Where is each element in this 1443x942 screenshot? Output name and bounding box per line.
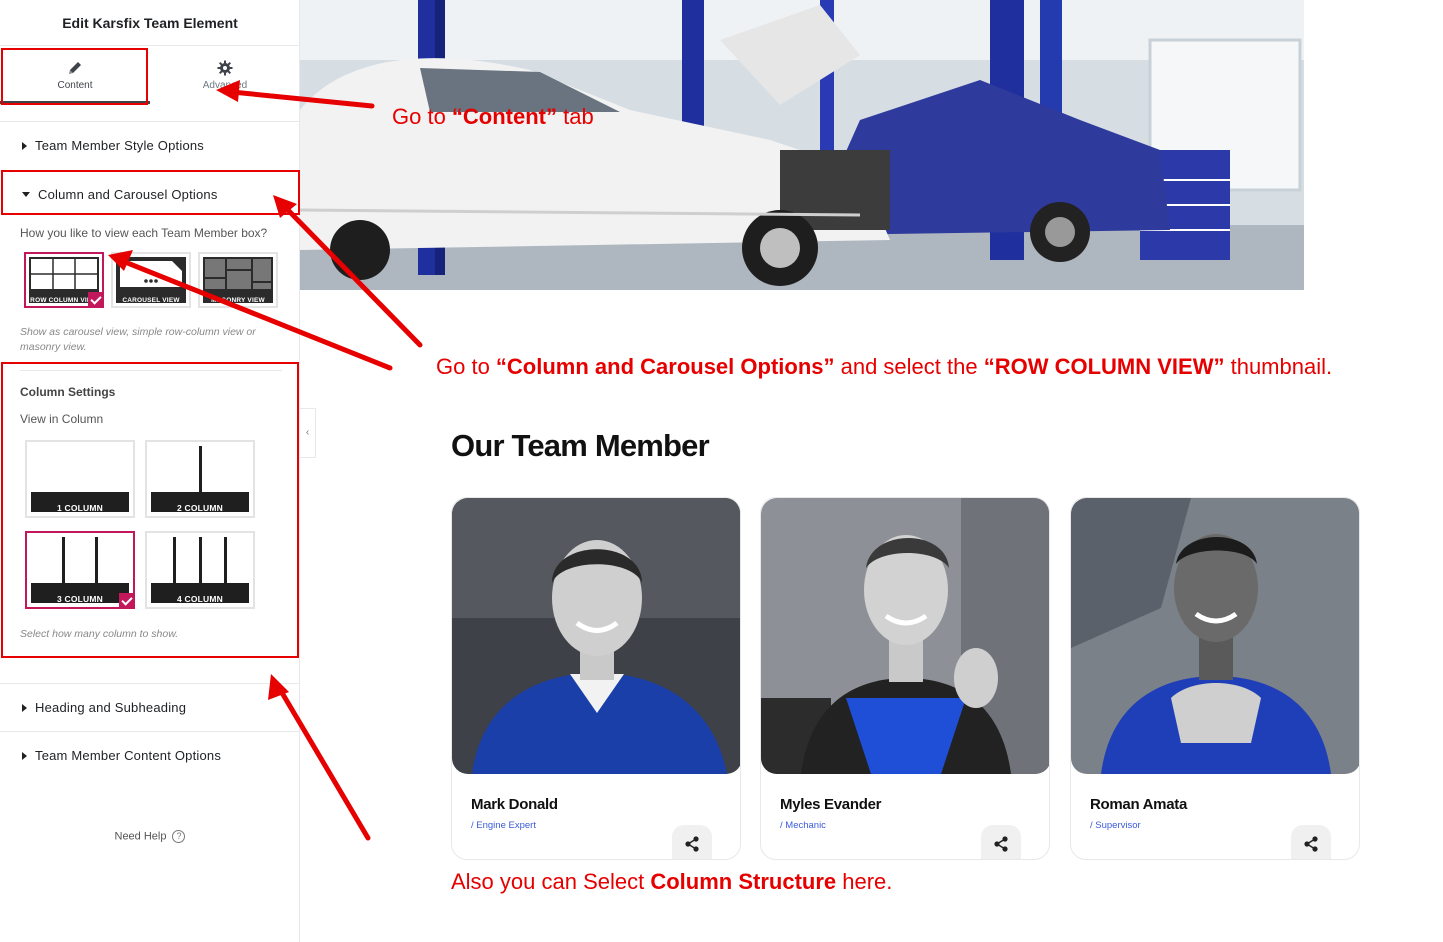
grid-preview-icon	[31, 259, 97, 289]
share-icon	[685, 836, 699, 852]
anno-bold: “Column and Carousel Options”	[495, 354, 835, 379]
anno-text: Go to	[436, 354, 496, 379]
mechanic-portrait-1	[452, 498, 740, 774]
need-help-link[interactable]: Need Help?	[0, 830, 300, 843]
section-content-options[interactable]: Team Member Content Options	[0, 731, 300, 779]
share-icon	[1304, 836, 1318, 852]
highlight-column-settings	[1, 362, 299, 658]
tab-advanced-label: Advanced	[202, 80, 248, 91]
member-name: Myles Evander	[780, 796, 882, 813]
caret-right-icon	[22, 751, 27, 760]
section-style-options[interactable]: Team Member Style Options	[0, 121, 300, 169]
gear-icon	[217, 60, 233, 76]
carousel-preview-icon	[120, 261, 182, 287]
mechanic-portrait-3	[1071, 498, 1359, 774]
annotation-content-tab: Go to “Content” tab	[392, 104, 594, 130]
anno-text: and select the	[834, 354, 984, 379]
annotation-column-structure: Also you can Select Column Structure her…	[451, 869, 892, 895]
panel-title: Edit Karsfix Team Element	[0, 0, 300, 46]
share-button[interactable]	[1291, 825, 1331, 859]
anno-bold: “ROW COLUMN VIEW”	[983, 354, 1225, 379]
hero-gap	[1304, 0, 1443, 290]
tab-advanced[interactable]: Advanced	[150, 46, 300, 104]
section-heading-subheading[interactable]: Heading and Subheading	[0, 683, 300, 731]
anno-bold: Column Structure	[650, 869, 837, 894]
mechanic-portrait-2	[761, 498, 1049, 774]
anno-text: thumbnail.	[1224, 354, 1333, 379]
section-label: Team Member Style Options	[35, 138, 205, 153]
view-note: Show as carousel view, simple row-column…	[20, 326, 256, 353]
section-label: Team Member Content Options	[35, 748, 222, 763]
need-help-label: Need Help	[114, 830, 167, 843]
masonry-view-option[interactable]: MASONRY VIEW	[198, 252, 278, 308]
highlight-content-tab	[1, 48, 148, 105]
section-heading: Our Team Member	[451, 428, 710, 463]
member-name: Mark Donald	[471, 796, 558, 813]
member-photo	[761, 498, 1049, 774]
section-label: Heading and Subheading	[35, 700, 187, 715]
share-button[interactable]	[672, 825, 712, 859]
checkmark-icon	[88, 292, 104, 308]
row-column-view-option[interactable]: ROW COLUMN VIEW	[24, 252, 104, 308]
member-photo	[452, 498, 740, 774]
anno-text: Go to	[392, 104, 452, 129]
share-icon	[994, 836, 1008, 852]
garage-scene	[300, 0, 1304, 290]
anno-text: here.	[836, 869, 893, 894]
member-role: / Mechanic	[780, 820, 826, 831]
view-option-label: CAROUSEL VIEW	[122, 297, 180, 304]
anno-text: tab	[557, 104, 594, 129]
panel-collapse-toggle[interactable]: ‹	[300, 408, 316, 458]
carousel-view-option[interactable]: CAROUSEL VIEW	[111, 252, 191, 308]
team-member-card[interactable]: Myles Evander / Mechanic	[760, 497, 1050, 860]
masonry-preview-icon	[205, 259, 271, 289]
hero-image	[300, 0, 1304, 290]
member-role: / Supervisor	[1090, 820, 1141, 831]
view-question: How you like to view each Team Member bo…	[20, 226, 268, 240]
screen: Edit Karsfix Team Element Content Advanc…	[0, 0, 1443, 942]
caret-right-icon	[22, 703, 27, 712]
anno-bold: “Content”	[451, 104, 558, 129]
caret-right-icon	[22, 141, 27, 150]
share-button[interactable]	[981, 825, 1021, 859]
highlight-column-carousel-section	[1, 170, 300, 215]
anno-text: Also you can Select	[451, 869, 651, 894]
member-role: / Engine Expert	[471, 820, 536, 831]
help-icon: ?	[172, 830, 186, 843]
chevron-left-icon: ‹	[305, 427, 310, 438]
team-member-card[interactable]: Mark Donald / Engine Expert	[451, 497, 741, 860]
annotation-column-carousel: Go to “Column and Carousel Options” and …	[436, 354, 1332, 380]
view-option-label: MASONRY VIEW	[211, 297, 265, 304]
team-member-card[interactable]: Roman Amata / Supervisor	[1070, 497, 1360, 860]
member-photo	[1071, 498, 1359, 774]
member-name: Roman Amata	[1090, 796, 1187, 813]
